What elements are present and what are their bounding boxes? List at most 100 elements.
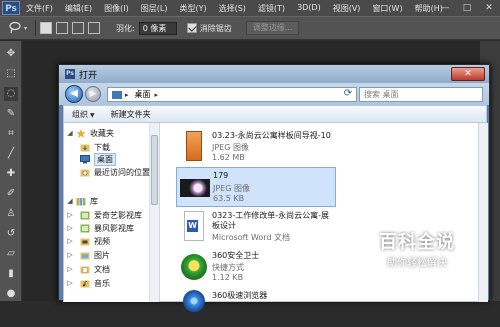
video-library-icon xyxy=(80,224,90,233)
nav-item-label: 爱奇艺影视库 xyxy=(94,210,142,220)
nav-item[interactable]: 桌面 xyxy=(66,152,116,166)
expand-arrow-icon[interactable]: ▷ xyxy=(66,237,74,245)
menu-item[interactable]: 编辑(E) xyxy=(59,3,98,14)
star-icon xyxy=(76,128,86,138)
collapse-arrow-icon[interactable]: ◢ xyxy=(66,197,74,205)
refine-edge-button[interactable]: 调整边缘... xyxy=(245,21,300,35)
tool-preset-dropdown-icon[interactable]: ▾ xyxy=(24,25,27,32)
nav-item[interactable]: ▷ 音乐 xyxy=(66,277,110,289)
nav-item[interactable]: ▷ 爱奇艺影视库 xyxy=(66,209,142,221)
feather-label: 羽化: xyxy=(116,23,135,33)
expand-arrow-icon[interactable]: ▷ xyxy=(66,224,74,232)
nav-item-label: 桌面 xyxy=(94,152,116,166)
add-to-selection-icon[interactable] xyxy=(56,22,69,34)
nav-item[interactable]: ▷ 图片 xyxy=(66,249,110,261)
blur-tool-icon[interactable]: ● xyxy=(4,287,18,301)
file-item[interactable]: 179 JPEG 图像 63.5 KB xyxy=(176,167,336,207)
nav-item[interactable]: ◢ 库 xyxy=(66,195,98,207)
file-name: 179 xyxy=(213,171,229,180)
watermark: 百科全说 助你轻松解决 xyxy=(352,228,482,272)
gradient-tool-icon[interactable]: ▮ xyxy=(4,267,18,281)
menu-item[interactable]: 图像(I) xyxy=(98,3,135,14)
dialog-toolbar: 组织 ▼ 新建文件夹 xyxy=(63,105,487,123)
dialog-title-bar[interactable]: Ps 打开 ✕ xyxy=(59,65,489,83)
nav-item[interactable]: ◢ 收藏夹 xyxy=(66,127,114,139)
file-size: 63.5 KB xyxy=(213,194,245,203)
file-item[interactable]: W 0323-工作修改单-永尚云公寓-展 板设计 Microsoft Word 文档 xyxy=(176,207,336,247)
expand-arrow-icon[interactable]: ▷ xyxy=(66,211,74,219)
nav-item-label: 图片 xyxy=(94,250,110,260)
navigation-scrollbar[interactable] xyxy=(150,123,160,302)
move-tool-icon[interactable]: ✥ xyxy=(4,47,18,61)
options-bar: ▾ 羽化: 0 像素 消除锯齿 调整边缘... xyxy=(0,16,500,40)
file-name: 360极速浏览器 xyxy=(212,291,268,300)
back-button[interactable]: ◀ xyxy=(65,85,83,103)
nav-item-label: 文档 xyxy=(94,264,110,274)
new-selection-icon[interactable] xyxy=(40,22,53,34)
menu-item[interactable]: 图层(L) xyxy=(135,3,174,14)
window-controls: — □ ✕ xyxy=(434,0,500,16)
file-item[interactable]: 360极速浏览器 xyxy=(176,287,336,327)
antialias-checkbox[interactable]: 消除锯齿 xyxy=(186,23,232,34)
forward-button[interactable]: ▶ xyxy=(85,86,101,102)
file-type: JPEG 图像 xyxy=(212,143,249,152)
intersect-selection-icon[interactable] xyxy=(88,22,101,34)
nav-item[interactable]: ▷ 文档 xyxy=(66,263,110,275)
menu-item[interactable]: 类型(Y) xyxy=(173,3,212,14)
crop-tool-icon[interactable]: ⌗ xyxy=(4,127,18,141)
menu-item[interactable]: 视图(V) xyxy=(327,3,367,14)
search-input[interactable]: 搜索 桌面 xyxy=(359,87,483,102)
expand-arrow-icon[interactable]: ▷ xyxy=(66,279,74,287)
checkbox-checked-icon[interactable] xyxy=(186,23,197,33)
dialog-title: 打开 xyxy=(79,71,98,81)
minimize-button[interactable]: — xyxy=(434,0,456,16)
nav-item-label: 暴风影视库 xyxy=(94,223,134,233)
subtract-from-selection-icon[interactable] xyxy=(72,22,85,34)
file-name: 360安全卫士 xyxy=(212,251,260,260)
feather-input[interactable]: 0 像素 xyxy=(138,21,177,35)
quick-selection-tool-icon[interactable]: ✎ xyxy=(4,107,18,121)
close-app-button[interactable]: ✕ xyxy=(478,0,500,16)
brush-tool-icon[interactable]: ✐ xyxy=(4,187,18,201)
new-folder-button[interactable]: 新建文件夹 xyxy=(103,109,159,120)
nav-item[interactable]: 最近访问的位置 xyxy=(66,166,150,178)
file-list-scrollbar[interactable] xyxy=(478,123,488,302)
address-chevron-icon[interactable]: ▸ xyxy=(155,91,159,99)
menu-item[interactable]: 文件(F) xyxy=(20,3,59,14)
collapse-arrow-icon[interactable]: ◢ xyxy=(66,129,74,137)
menu-item[interactable]: 窗口(W) xyxy=(366,3,408,14)
nav-item-label: 最近访问的位置 xyxy=(94,167,150,177)
file-type: JPEG 图像 xyxy=(213,184,250,193)
nav-item[interactable]: ▷ 视频 xyxy=(66,235,110,247)
nav-item[interactable]: ▷ 暴风影视库 xyxy=(66,222,134,234)
menu-item[interactable]: 滤镜(T) xyxy=(252,3,291,14)
scrollbar-thumb[interactable] xyxy=(151,135,158,205)
maximize-button[interactable]: □ xyxy=(456,0,478,16)
video-folder-icon xyxy=(80,237,90,246)
healing-brush-tool-icon[interactable]: ✚ xyxy=(4,167,18,181)
marquee-tool-icon[interactable]: ⬚ xyxy=(4,67,18,81)
dialog-close-button[interactable]: ✕ xyxy=(451,67,485,81)
orange-poster-thumb xyxy=(186,131,202,161)
file-item[interactable]: 360安全卫士 快捷方式 1.12 KB xyxy=(176,247,336,287)
expand-arrow-icon[interactable]: ▷ xyxy=(66,251,74,259)
360-security-icon xyxy=(181,254,207,280)
lasso-tool-icon[interactable]: ◌ xyxy=(4,87,18,101)
address-path[interactable]: 桌面 xyxy=(135,89,151,100)
refresh-icon[interactable]: ⟳ xyxy=(341,87,355,100)
clone-stamp-tool-icon[interactable]: ♙ xyxy=(4,207,18,221)
divider xyxy=(35,20,37,36)
nav-item-label: 下载 xyxy=(94,142,110,152)
file-name: 03.23-永尚云公寓样板间导视-10 xyxy=(212,131,331,140)
menu-item[interactable]: 选择(S) xyxy=(213,3,252,14)
eraser-tool-icon[interactable]: ▱ xyxy=(4,247,18,261)
lasso-tool-icon[interactable] xyxy=(8,21,22,35)
expand-arrow-icon[interactable]: ▷ xyxy=(66,265,74,273)
history-brush-tool-icon[interactable]: ↺ xyxy=(4,227,18,241)
eyedropper-tool-icon[interactable]: ╱ xyxy=(4,147,18,161)
nav-item[interactable]: 下载 xyxy=(66,141,110,153)
organize-button[interactable]: 组织 ▼ xyxy=(64,109,103,120)
address-bar[interactable]: ▸ 桌面 ▸ xyxy=(107,87,357,102)
menu-item[interactable]: 3D(D) xyxy=(291,3,327,14)
file-item[interactable]: 03.23-永尚云公寓样板间导视-10 JPEG 图像 1.62 MB xyxy=(176,127,336,167)
